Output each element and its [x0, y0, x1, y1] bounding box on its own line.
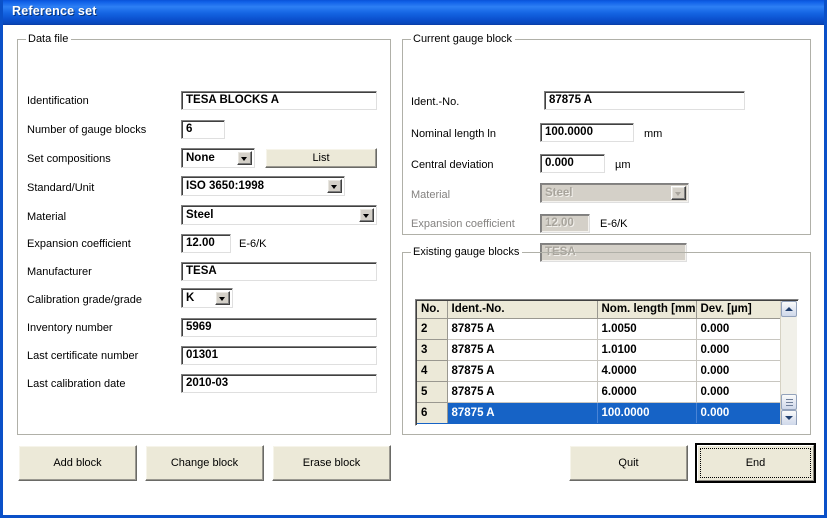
- label-identification: Identification: [27, 95, 89, 107]
- label-material: Material: [27, 211, 67, 223]
- scrollbar-thumb[interactable]: [781, 394, 797, 410]
- cell-no[interactable]: 5: [417, 381, 448, 403]
- label-last-calibration-date: Last calibration date: [27, 378, 126, 390]
- table-vertical-scrollbar[interactable]: [780, 301, 797, 425]
- input-current-expansion-coefficient: 12.00: [540, 214, 590, 233]
- combo-material[interactable]: Steel: [181, 205, 377, 225]
- combo-calibration-grade[interactable]: K: [181, 288, 233, 308]
- chevron-down-icon[interactable]: [215, 291, 230, 305]
- current-gauge-block-legend: Current gauge block: [411, 33, 516, 45]
- input-inventory-number[interactable]: 5969: [181, 318, 377, 337]
- table-row[interactable]: 3 87875 A 1.0100 0.000: [417, 339, 784, 361]
- add-block-button[interactable]: Add block: [18, 445, 137, 481]
- combo-standard-unit-value: ISO 3650:1998: [186, 180, 265, 192]
- combo-standard-unit[interactable]: ISO 3650:1998: [181, 176, 345, 196]
- unit-expansion-coefficient: E-6/K: [239, 238, 267, 250]
- cell-dev[interactable]: 0.000: [696, 360, 784, 382]
- label-expansion-coefficient: Expansion coefficient: [27, 238, 131, 250]
- existing-gauge-blocks-table[interactable]: No. Ident.-No. Nom. length [mm Dev. [µm]…: [415, 299, 799, 426]
- cell-dev[interactable]: 0.000: [696, 381, 784, 403]
- input-central-deviation[interactable]: 0.000: [540, 154, 605, 173]
- scroll-down-icon[interactable]: [781, 410, 797, 425]
- combo-set-compositions[interactable]: None: [181, 148, 255, 168]
- table-row-selected[interactable]: 6 87875 A 100.0000 0.000: [417, 402, 784, 424]
- data-file-legend: Data file: [26, 33, 72, 45]
- chevron-down-icon[interactable]: [359, 208, 374, 222]
- combo-set-compositions-value: None: [186, 152, 215, 164]
- cell-no[interactable]: 6: [417, 402, 448, 424]
- unit-current-expansion-coefficient: E-6/K: [600, 218, 628, 230]
- input-expansion-coefficient[interactable]: 12.00: [181, 234, 231, 253]
- unit-central-deviation: µm: [615, 159, 631, 171]
- cell-ident[interactable]: 87875 A: [447, 360, 598, 382]
- end-button[interactable]: End: [695, 443, 816, 483]
- input-number-of-gauge-blocks[interactable]: 6: [181, 120, 225, 139]
- unit-nominal-length: mm: [644, 128, 663, 140]
- end-button-label: End: [745, 456, 766, 469]
- input-last-calibration-date[interactable]: 2010-03: [181, 374, 377, 393]
- combo-current-material: Steel: [540, 183, 689, 203]
- chevron-down-icon[interactable]: [237, 151, 252, 165]
- cell-ident[interactable]: 87875 A: [447, 402, 598, 424]
- label-central-deviation: Central deviation: [411, 159, 494, 171]
- label-standard-unit: Standard/Unit: [27, 182, 95, 194]
- combo-calibration-grade-value: K: [186, 292, 195, 304]
- column-header-dev[interactable]: Dev. [µm]: [696, 301, 784, 319]
- input-last-certificate-number[interactable]: 01301: [181, 346, 377, 365]
- input-manufacturer[interactable]: TESA: [181, 262, 377, 281]
- client-area: Data file Identification TESA BLOCKS A N…: [3, 25, 824, 492]
- change-block-button[interactable]: Change block: [145, 445, 264, 481]
- erase-block-button[interactable]: Erase block: [272, 445, 391, 481]
- table-header-row: No. Ident.-No. Nom. length [mm Dev. [µm]: [417, 301, 784, 319]
- cell-ident[interactable]: 87875 A: [447, 318, 598, 340]
- combo-material-value: Steel: [186, 209, 214, 221]
- reference-set-window: Reference set Data file Identification T…: [0, 0, 827, 518]
- table-row[interactable]: 2 87875 A 1.0050 0.000: [417, 318, 784, 340]
- label-set-compositions: Set compositions: [27, 153, 111, 165]
- column-header-ident[interactable]: Ident.-No.: [447, 301, 598, 319]
- cell-no[interactable]: 2: [417, 318, 448, 340]
- title-bar[interactable]: Reference set: [3, 0, 824, 25]
- label-manufacturer: Manufacturer: [27, 266, 92, 278]
- cell-dev[interactable]: 0.000: [696, 318, 784, 340]
- list-button[interactable]: List: [265, 148, 377, 168]
- column-header-no[interactable]: No.: [417, 301, 448, 319]
- label-ident-no: Ident.-No.: [411, 96, 460, 108]
- table-row[interactable]: 4 87875 A 4.0000 0.000: [417, 360, 784, 382]
- cell-dev[interactable]: 0.000: [696, 339, 784, 361]
- window-title: Reference set: [12, 4, 97, 18]
- cell-no[interactable]: 3: [417, 339, 448, 361]
- cell-ident[interactable]: 87875 A: [447, 381, 598, 403]
- chevron-down-icon[interactable]: [327, 179, 342, 193]
- cell-nominal[interactable]: 1.0050: [597, 318, 697, 340]
- cell-ident[interactable]: 87875 A: [447, 339, 598, 361]
- cell-dev[interactable]: 0.000: [696, 402, 784, 424]
- label-calibration-grade: Calibration grade/grade: [27, 294, 142, 306]
- cell-nominal[interactable]: 100.0000: [597, 402, 697, 424]
- cell-nominal[interactable]: 1.0100: [597, 339, 697, 361]
- cell-nominal[interactable]: 6.0000: [597, 381, 697, 403]
- column-header-nominal[interactable]: Nom. length [mm: [597, 301, 697, 319]
- existing-gauge-blocks-legend: Existing gauge blocks: [411, 246, 523, 258]
- cell-no[interactable]: 4: [417, 360, 448, 382]
- label-current-expansion-coefficient: Expansion coefficient: [411, 218, 515, 230]
- label-number-of-gauge-blocks: Number of gauge blocks: [27, 124, 147, 136]
- scroll-up-icon[interactable]: [781, 301, 797, 317]
- combo-current-material-value: Steel: [545, 187, 573, 199]
- cell-nominal[interactable]: 4.0000: [597, 360, 697, 382]
- input-identification[interactable]: TESA BLOCKS A: [181, 91, 377, 110]
- input-ident-no[interactable]: 87875 A: [544, 91, 745, 110]
- label-inventory-number: Inventory number: [27, 322, 113, 334]
- quit-button[interactable]: Quit: [569, 445, 688, 481]
- input-nominal-length[interactable]: 100.0000: [540, 123, 634, 142]
- table-row[interactable]: 5 87875 A 6.0000 0.000: [417, 381, 784, 403]
- chevron-down-icon: [671, 186, 686, 200]
- label-last-certificate-number: Last certificate number: [27, 350, 139, 362]
- label-current-material: Material: [411, 189, 451, 201]
- label-nominal-length: Nominal length ln: [411, 128, 496, 140]
